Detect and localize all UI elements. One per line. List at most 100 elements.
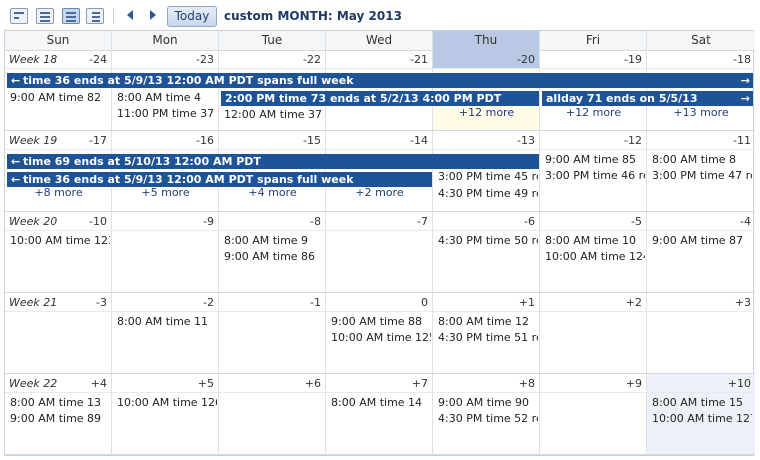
more-link[interactable]: +2 more [326,186,433,199]
week-label[interactable]: Week 19 [9,134,57,147]
event-bar[interactable]: ← time 36 ends at 5/9/13 12:00 AM PDT spa… [7,172,432,187]
day-number[interactable]: -22 [303,53,321,66]
day-cell[interactable]: +6 [219,374,326,455]
day-number[interactable]: -4 [740,215,751,228]
more-link[interactable]: +13 more [647,106,755,119]
day-cell[interactable]: -7 [326,212,433,293]
month-view-icon[interactable] [62,8,80,24]
day-number[interactable]: -5 [631,215,642,228]
week-label[interactable]: Week 21 [9,296,57,309]
day-cell[interactable]: -2 [112,293,219,374]
day-cell[interactable]: -9 [112,212,219,293]
event-item[interactable]: 3:00 PM time 46 recu [545,169,645,182]
day-number[interactable]: +2 [626,296,642,309]
day-number[interactable]: +8 [519,377,535,390]
event-item[interactable]: 4:30 PM time 51 recu [438,331,538,344]
day-number[interactable]: +1 [519,296,535,309]
event-item[interactable]: 8:00 AM time 14 [331,396,431,409]
day-number[interactable]: +10 [728,377,751,390]
event-item[interactable]: 9:00 AM time 88 [331,315,431,328]
week-label[interactable]: Week 22 [9,377,57,390]
day-number[interactable]: +5 [198,377,214,390]
previous-month-icon[interactable] [127,10,133,20]
day-number[interactable]: 0 [421,296,428,309]
week-view-icon[interactable] [36,8,54,24]
event-bar[interactable]: ← time 69 ends at 5/10/13 12:00 AM PDT [7,154,539,169]
day-number[interactable]: +6 [305,377,321,390]
day-number[interactable]: -10 [89,215,107,228]
day-number[interactable]: -17 [89,134,107,147]
day-number[interactable]: +9 [626,377,642,390]
event-item[interactable]: 10:00 AM time 123 [10,234,110,247]
day-number[interactable]: -12 [624,134,642,147]
event-item[interactable]: 8:00 AM time 13 [10,396,110,409]
event-item[interactable]: 9:00 AM time 85 [545,153,645,166]
event-item[interactable]: 8:00 AM time 8 [652,153,752,166]
more-link[interactable]: +12 more [540,106,647,119]
event-item[interactable]: 10:00 AM time 126 [117,396,217,409]
event-item[interactable]: 10:00 AM time 124 [545,250,645,263]
day-number[interactable]: -14 [410,134,428,147]
event-item[interactable]: 4:30 PM time 52 recu [438,412,538,425]
day-number[interactable]: -24 [89,53,107,66]
day-number[interactable]: -16 [196,134,214,147]
event-item[interactable]: 9:00 AM time 86 [224,250,324,263]
day-number[interactable]: -23 [196,53,214,66]
day-number[interactable]: +3 [735,296,751,309]
day-number[interactable]: -6 [524,215,535,228]
day-number[interactable]: -2 [203,296,214,309]
day-number[interactable]: -21 [410,53,428,66]
day-number[interactable]: -15 [303,134,321,147]
event-item[interactable]: 8:00 AM time 10 [545,234,645,247]
event-item[interactable]: 8:00 AM time 9 [224,234,324,247]
event-item[interactable]: 9:00 AM time 82 [10,91,110,104]
event-item[interactable]: 9:00 AM time 87 [652,234,752,247]
event-item[interactable]: 3:00 PM time 47 recu [652,169,752,182]
day-number[interactable]: -18 [733,53,751,66]
event-item[interactable]: 8:00 AM time 4 [117,91,217,104]
day-cell[interactable]: +7 [326,374,433,455]
event-item[interactable]: 8:00 AM time 15 [652,396,752,409]
event-bar[interactable]: ← time 36 ends at 5/9/13 12:00 AM PDT spa… [7,73,753,88]
week-label[interactable]: Week 18 [9,53,57,66]
day-cell[interactable]: Week 20 -10 [5,212,112,293]
day-cell[interactable]: +5 [112,374,219,455]
day-cell[interactable]: +3 [647,293,755,374]
day-cell[interactable]: Week 21 -3 [5,293,112,374]
day-number[interactable]: -7 [417,215,428,228]
event-item[interactable]: 10:00 AM time 127 [652,412,752,425]
week-label[interactable]: Week 20 [9,215,57,228]
day-number[interactable]: -1 [310,296,321,309]
more-link[interactable]: +5 more [112,186,219,199]
event-bar[interactable]: allday 71 ends on 5/5/13 → [542,91,753,106]
day-number[interactable]: -11 [733,134,751,147]
day-number[interactable]: -9 [203,215,214,228]
day-number[interactable]: +4 [91,377,107,390]
more-link[interactable]: +4 more [219,186,326,199]
day-number[interactable]: -8 [310,215,321,228]
more-link[interactable]: +8 more [5,186,112,199]
day-number[interactable]: -20 [517,53,535,66]
list-view-icon[interactable] [86,8,104,24]
day-number[interactable]: -3 [96,296,107,309]
event-item[interactable]: 4:30 PM time 49 recu [438,187,538,200]
event-item[interactable]: 8:00 AM time 11 [117,315,217,328]
day-cell[interactable]: +2 [540,293,647,374]
event-bar[interactable]: 2:00 PM time 73 ends at 5/2/13 4:00 PM P… [221,91,539,106]
day-cell[interactable]: -6 [433,212,540,293]
day-number[interactable]: +7 [412,377,428,390]
event-item[interactable]: 10:00 AM time 125 [331,331,431,344]
day-cell[interactable]: -1 [219,293,326,374]
more-link[interactable]: +12 more [433,106,540,119]
today-button[interactable]: Today [167,6,217,27]
event-item[interactable]: 4:30 PM time 50 recu [438,234,538,247]
event-item[interactable]: 3:00 PM time 45 recu [438,170,538,183]
day-view-icon[interactable] [10,8,28,24]
day-cell[interactable]: -4 [647,212,755,293]
day-number[interactable]: -19 [624,53,642,66]
event-item[interactable]: 8:00 AM time 12 [438,315,538,328]
next-month-icon[interactable] [150,10,156,20]
event-item[interactable]: 9:00 AM time 89 [10,412,110,425]
day-number[interactable]: -13 [517,134,535,147]
event-item[interactable]: 11:00 PM time 37 en [117,107,217,120]
